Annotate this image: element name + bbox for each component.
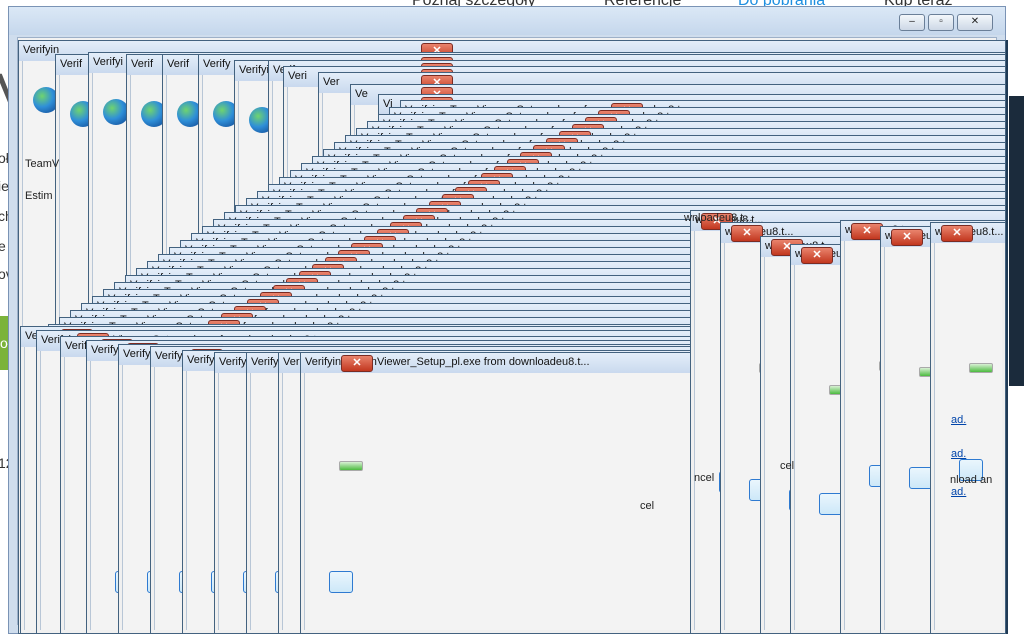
link[interactable]: ad. xyxy=(951,486,966,498)
dialog-title: Verifyi xyxy=(239,64,269,76)
close-icon[interactable]: ✕ xyxy=(941,225,973,242)
minimize-button[interactable]: – xyxy=(899,14,925,31)
dialog-title: Verif xyxy=(60,58,83,70)
cancel-label: cel xyxy=(780,460,795,472)
dialog-title-fragment: wnloadeu8.t... xyxy=(684,212,753,224)
link[interactable]: ad. xyxy=(951,414,966,426)
cancel-label: ncel xyxy=(694,472,715,484)
dialog-title: Verifyin xyxy=(23,44,60,56)
progress-bar xyxy=(339,461,363,471)
dialog-title: Verif xyxy=(131,58,154,70)
close-icon[interactable]: ✕ xyxy=(341,355,373,372)
close-icon[interactable]: ✕ xyxy=(851,223,883,240)
progress-bar xyxy=(969,363,993,373)
link[interactable]: ad. xyxy=(951,448,966,460)
dialog-title: Ver xyxy=(323,76,340,88)
window-titlebar xyxy=(9,7,1005,35)
maximize-button[interactable]: ▫ xyxy=(928,14,954,31)
text-fragment: e xyxy=(0,238,6,254)
estimated-time-label: Estim xyxy=(25,190,53,202)
verifying-dialog[interactable]: wnloadeu8.t...✕ xyxy=(930,222,1006,634)
dialog-title: Verify xyxy=(203,58,231,70)
link-note: nload an xyxy=(950,474,993,486)
close-icon[interactable]: ✕ xyxy=(801,247,833,264)
dialog-body-label: TeamV xyxy=(25,158,60,170)
cancel-label: cel xyxy=(640,500,655,512)
dialog-title: Ve xyxy=(355,88,368,100)
window-controls: – ▫ ✕ xyxy=(899,14,993,31)
cancel-button[interactable] xyxy=(329,571,353,593)
close-icon[interactable]: ✕ xyxy=(731,225,763,242)
close-icon[interactable]: ✕ xyxy=(891,229,923,246)
close-button[interactable]: ✕ xyxy=(957,14,993,31)
dialog-title: Verif xyxy=(167,58,190,70)
dialog-title: Veri xyxy=(288,70,307,82)
hero-image-fragment xyxy=(1008,96,1024,386)
dialog-title: Verifyi xyxy=(93,56,123,68)
dialog-body xyxy=(934,243,1002,630)
